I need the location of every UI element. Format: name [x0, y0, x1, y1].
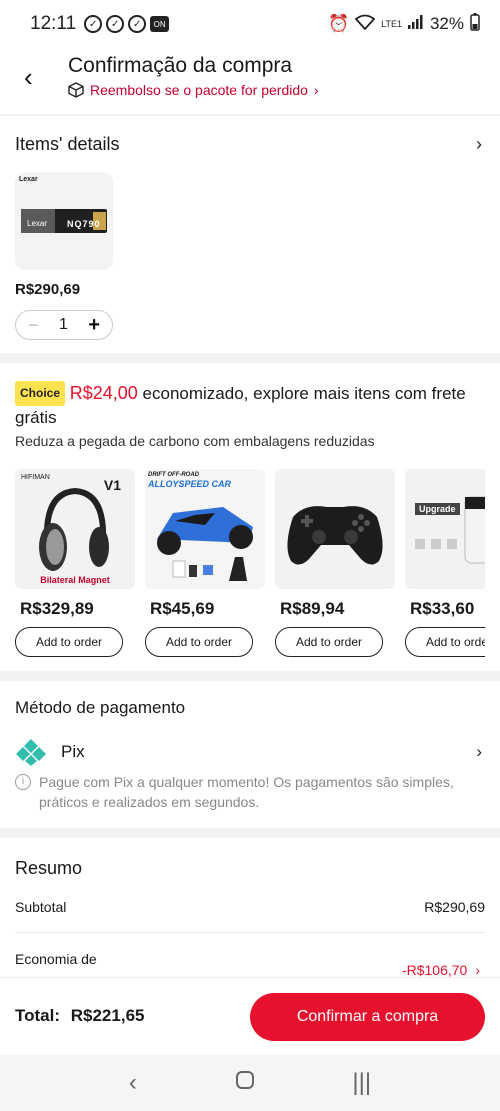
- items-details-title: Items' details: [15, 134, 120, 154]
- product-image[interactable]: HIFIMAN V1 Bilateral Magnet: [15, 469, 135, 589]
- decrease-quantity-button[interactable]: −: [28, 315, 39, 336]
- game-controller-illustration: [287, 506, 383, 565]
- refund-policy-link[interactable]: Reembolso se o pacote for perdido ›: [68, 82, 319, 98]
- alarm-icon: ⏰: [327, 14, 350, 33]
- recommended-products-carousel[interactable]: HIFIMAN V1 Bilateral Magnet R$329,89 Add…: [15, 469, 485, 659]
- back-arrow-icon[interactable]: ‹: [24, 62, 33, 93]
- system-navigation-bar: ‹ |||: [0, 1055, 500, 1111]
- summary-title: Resumo: [15, 858, 83, 878]
- quantity-stepper: − 1 +: [15, 310, 113, 340]
- product-price: R$329,89: [20, 599, 94, 618]
- product-price: R$89,94: [280, 599, 345, 618]
- product-image[interactable]: Lexar NQ790 Lexar: [15, 172, 113, 270]
- subtotal-row: Subtotal R$290,69: [15, 899, 485, 915]
- nav-back-icon[interactable]: ‹: [129, 1069, 137, 1097]
- subtotal-label: Subtotal: [15, 899, 67, 915]
- add-to-order-button[interactable]: Add to order: [15, 627, 123, 657]
- total-value: R$221,65: [70, 1006, 145, 1025]
- product-price: R$33,60: [410, 599, 475, 618]
- brand-logo: Lexar: [19, 176, 38, 183]
- divider: [0, 114, 500, 116]
- battery-icon: [470, 12, 480, 36]
- wifi-icon: [354, 14, 376, 35]
- choice-badge: Choice: [15, 381, 66, 406]
- total-amount: Total: R$221,65: [15, 1006, 144, 1026]
- divider: [15, 932, 485, 933]
- pix-info-text: Pague com Pix a qualquer momento! Os pag…: [39, 774, 454, 810]
- chevron-right-icon[interactable]: ›: [476, 134, 482, 155]
- section-divider: [0, 353, 500, 363]
- nav-home-icon[interactable]: [235, 1069, 255, 1097]
- quantity-value: 1: [58, 316, 68, 333]
- chevron-right-icon: ›: [475, 962, 480, 978]
- refund-policy-text: Reembolso se o pacote for perdido: [90, 82, 308, 98]
- choice-savings-message: Choice R$24,00 economizado, explore mais…: [15, 381, 485, 429]
- pix-icon: [16, 739, 46, 766]
- nav-recents-icon[interactable]: |||: [352, 1069, 371, 1097]
- add-to-order-button[interactable]: Add to order: [275, 627, 383, 657]
- package-icon: [68, 82, 84, 98]
- info-icon: i: [15, 774, 31, 790]
- network-label: LTE1: [381, 18, 402, 29]
- product-card[interactable]: R$89,94 Add to order: [275, 469, 395, 657]
- appliance-illustration: [415, 496, 485, 564]
- product-title: ALLOYSPEED CAR: [148, 479, 232, 489]
- status-bar: 12:11 ✓ ✓ ✓ ON ⏰ LTE1 32%: [0, 0, 500, 48]
- payment-method-title: Método de pagamento: [15, 698, 186, 717]
- add-to-order-button[interactable]: Add to order: [405, 627, 485, 657]
- product-card[interactable]: HIFIMAN V1 Bilateral Magnet R$329,89 Add…: [15, 469, 135, 657]
- page-title: Confirmação da compra: [68, 54, 293, 77]
- payment-method-label: Pix: [61, 742, 85, 761]
- subtotal-value: R$290,69: [424, 899, 485, 915]
- status-time: 12:11: [30, 13, 77, 34]
- notification-icons: ✓ ✓ ✓ ON: [84, 15, 170, 33]
- product-price: R$290,69: [15, 281, 81, 298]
- battery-percent: 32%: [429, 14, 464, 33]
- increase-quantity-button[interactable]: +: [88, 314, 100, 337]
- checkout-bar: Total: R$221,65 Confirmar a compra: [0, 977, 500, 1055]
- check-circle-icon: ✓: [128, 15, 147, 33]
- discount-value-row[interactable]: -R$106,70 ›: [15, 962, 485, 978]
- product-caption: DRIFT OFF-ROAD: [148, 472, 199, 478]
- chevron-right-icon: ›: [313, 82, 319, 98]
- page-header: ‹ Confirmação da compra Reembolso se o p…: [0, 48, 500, 116]
- add-to-order-button[interactable]: Add to order: [145, 627, 253, 657]
- product-price: R$45,69: [150, 599, 215, 618]
- check-circle-icon: ✓: [84, 15, 103, 33]
- confirm-purchase-button[interactable]: Confirmar a compra: [250, 993, 485, 1041]
- brand-label: HIFIMAN: [21, 474, 50, 481]
- product-image[interactable]: Upgrade: [405, 469, 485, 589]
- total-label: Total:: [15, 1006, 61, 1025]
- model-label: V1: [103, 477, 121, 493]
- chevron-right-icon[interactable]: ›: [476, 742, 482, 762]
- discount-value: -R$106,70: [401, 962, 468, 978]
- pix-info: i Pague com Pix a qualquer momento! Os p…: [15, 772, 485, 812]
- section-divider: [0, 671, 500, 681]
- product-image[interactable]: DRIFT OFF-ROAD ALLOYSPEED CAR: [145, 469, 265, 589]
- saved-amount: R$24,00: [69, 383, 138, 403]
- status-right: ⏰ LTE1 32%: [327, 12, 480, 36]
- signal-icon: [407, 14, 424, 34]
- carbon-message: Reduza a pegada de carbono com embalagen…: [15, 433, 375, 449]
- ssd-brand-label: Lexar: [27, 219, 48, 228]
- product-image[interactable]: [275, 469, 395, 589]
- payment-method-pix[interactable]: Pix ›: [15, 736, 485, 768]
- app-notification-icon: ON: [150, 16, 170, 32]
- section-divider: [0, 828, 500, 838]
- product-caption: Bilateral Magnet: [40, 575, 110, 585]
- ssd-model-label: NQ790: [67, 219, 101, 229]
- product-card[interactable]: Upgrade R$33,60 Add to order: [405, 469, 485, 657]
- check-circle-icon: ✓: [106, 15, 125, 33]
- product-card[interactable]: DRIFT OFF-ROAD ALLOYSPEED CAR R$45,69 Ad…: [145, 469, 265, 657]
- product-title: Upgrade: [415, 503, 460, 515]
